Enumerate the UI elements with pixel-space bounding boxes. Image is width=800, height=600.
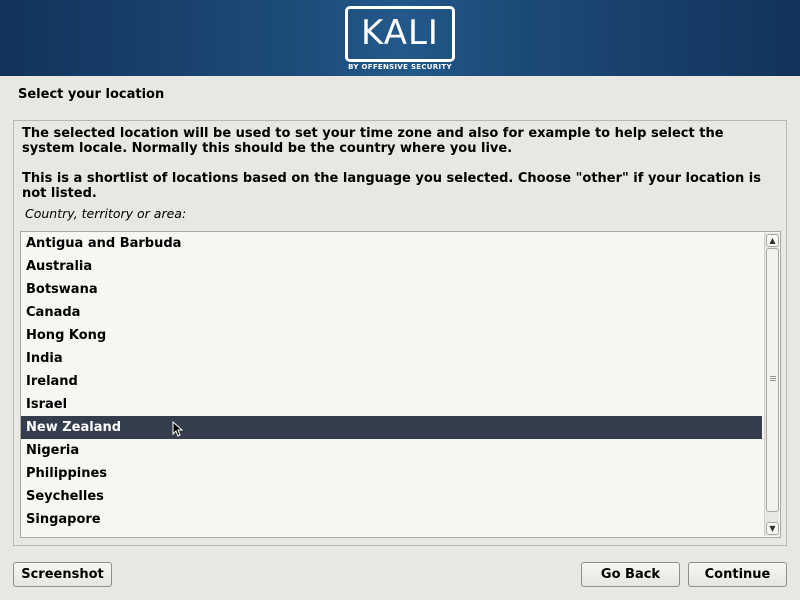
list-item[interactable]: Antigua and Barbuda [21, 232, 762, 255]
list-item[interactable]: Nigeria [21, 439, 762, 462]
list-item[interactable]: Singapore [21, 508, 762, 531]
content-panel: The selected location will be used to se… [13, 120, 787, 546]
list-item[interactable]: Botswana [21, 278, 762, 301]
chevron-up-icon[interactable]: ▲ [766, 234, 779, 247]
mouse-pointer-icon [172, 421, 183, 437]
continue-button[interactable]: Continue [688, 562, 787, 587]
list-item[interactable]: Israel [21, 393, 762, 416]
list-label: Country, territory or area: [25, 206, 187, 221]
list-item[interactable]: Philippines [21, 462, 762, 485]
scroll-thumb[interactable] [766, 248, 779, 512]
country-listbox[interactable]: Antigua and Barbuda Australia Botswana Cana… [20, 231, 781, 538]
logo-text: KALI [361, 13, 439, 53]
list-item[interactable]: New Zealand [21, 416, 762, 439]
screenshot-button[interactable]: Screenshot [13, 562, 112, 587]
go-back-button[interactable]: Go Back [581, 562, 680, 587]
list-item[interactable]: Hong Kong [21, 324, 762, 347]
list-item[interactable]: India [21, 347, 762, 370]
country-list: Antigua and Barbuda Australia Botswana Cana… [21, 232, 762, 531]
page-title: Select your location [18, 87, 165, 102]
description-paragraph-2: This is a shortlist of locations based o… [22, 171, 761, 201]
logo-subtitle: BY OFFENSIVE SECURITY [348, 63, 452, 71]
list-item[interactable]: Seychelles [21, 485, 762, 508]
list-item[interactable]: Ireland [21, 370, 762, 393]
chevron-down-icon[interactable]: ▼ [766, 522, 779, 535]
header-banner: KALI BY OFFENSIVE SECURITY [0, 0, 800, 76]
list-item[interactable]: Canada [21, 301, 762, 324]
kali-logo: KALI [345, 6, 455, 62]
grip-icon [770, 376, 776, 381]
description-paragraph-1: The selected location will be used to se… [22, 126, 724, 156]
scrollbar[interactable]: ▲ ▼ [764, 233, 779, 536]
list-item[interactable]: Australia [21, 255, 762, 278]
